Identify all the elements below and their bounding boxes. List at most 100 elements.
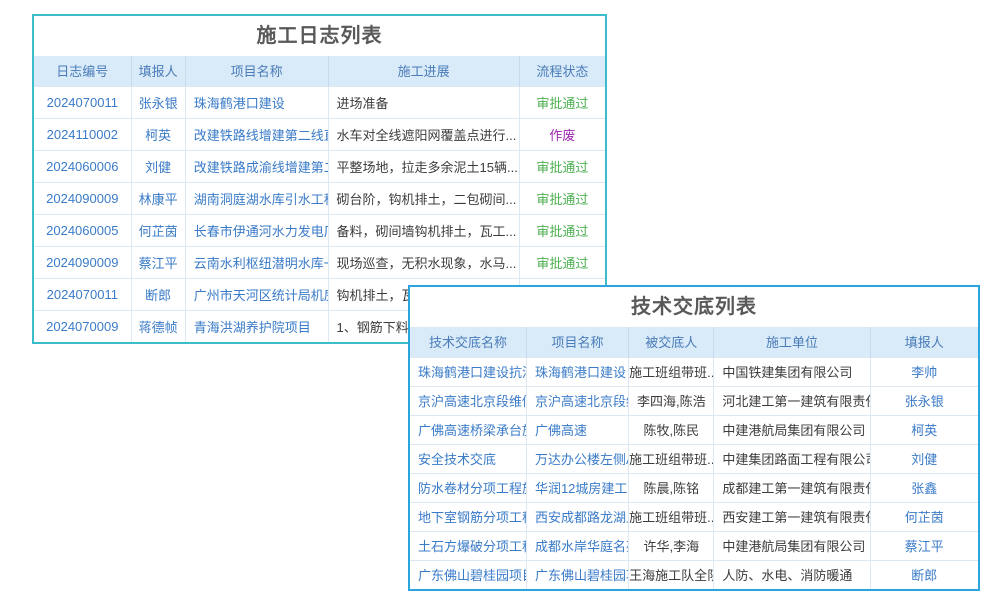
disclosure-reporter-link[interactable]: 刘健	[870, 444, 978, 473]
log-project-link[interactable]: 广州市天河区统计局机房...	[185, 278, 328, 310]
log-progress-text: 砌台阶，钩机排土，二包砌间...	[328, 182, 519, 214]
log-col-header-id: 日志编号	[34, 56, 131, 86]
log-table-row: 2024060006 刘健 改建铁路成渝线增建第二... 平整场地，拉走多余泥土…	[34, 150, 605, 182]
log-table-row: 2024090009 林康平 湖南洞庭湖水库引水工程... 砌台阶，钩机排土，二…	[34, 182, 605, 214]
log-table-title: 施工日志列表	[34, 16, 605, 56]
disclosure-name-link[interactable]: 安全技术交底	[410, 444, 526, 473]
log-project-link[interactable]: 云南水利枢纽潜明水库一...	[185, 246, 328, 278]
disclosure-project-link[interactable]: 西安成都路龙湖上...	[526, 502, 628, 531]
log-col-header-status: 流程状态	[519, 56, 605, 86]
disclosure-company-text: 河北建工第一建筑有限责任公司	[714, 386, 870, 415]
disclosure-company-text: 中建集团路面工程有限公司	[714, 444, 870, 473]
disclosure-project-link[interactable]: 京沪高速北京段维修	[526, 386, 628, 415]
disclosure-table-body: 珠海鹤港口建设抗浮... 珠海鹤港口建设 施工班组带班... 中国铁建集团有限公…	[410, 357, 978, 589]
log-status-badge: 作废	[519, 118, 605, 150]
disclosure-reporter-link[interactable]: 张鑫	[870, 473, 978, 502]
log-reporter-link[interactable]: 张永银	[131, 86, 185, 118]
disclosure-name-link[interactable]: 土石方爆破分项工程...	[410, 531, 526, 560]
disclosure-project-link[interactable]: 广东佛山碧桂园项目	[526, 560, 628, 589]
log-project-link[interactable]: 长春市伊通河水力发电厂...	[185, 214, 328, 246]
disclosure-table-row: 安全技术交底 万达办公楼左侧A... 施工班组带班... 中建集团路面工程有限公…	[410, 444, 978, 473]
log-id-link[interactable]: 2024090009	[34, 246, 131, 278]
disclosure-table-title: 技术交底列表	[410, 287, 978, 327]
disclosure-col-header-project: 项目名称	[526, 327, 628, 357]
disclosure-reporter-link[interactable]: 何芷茵	[870, 502, 978, 531]
disclosure-table-row: 广东佛山碧桂园项目... 广东佛山碧桂园项目 王海施工队全队 人防、水电、消防暖…	[410, 560, 978, 589]
log-id-link[interactable]: 2024070009	[34, 310, 131, 342]
disclosure-table-row: 珠海鹤港口建设抗浮... 珠海鹤港口建设 施工班组带班... 中国铁建集团有限公…	[410, 357, 978, 386]
log-reporter-link[interactable]: 蔡江平	[131, 246, 185, 278]
disclosure-col-header-name: 技术交底名称	[410, 327, 526, 357]
disclosure-header-row: 技术交底名称 项目名称 被交底人 施工单位 填报人	[410, 327, 978, 357]
disclosure-company-text: 中建港航局集团有限公司	[714, 415, 870, 444]
disclosure-name-link[interactable]: 珠海鹤港口建设抗浮...	[410, 357, 526, 386]
disclosure-company-text: 中国铁建集团有限公司	[714, 357, 870, 386]
log-status-badge: 审批通过	[519, 86, 605, 118]
log-id-link[interactable]: 2024090009	[34, 182, 131, 214]
disclosure-reporter-link[interactable]: 柯英	[870, 415, 978, 444]
log-id-link[interactable]: 2024060006	[34, 150, 131, 182]
disclosure-col-header-company: 施工单位	[714, 327, 870, 357]
disclosure-company-text: 中建港航局集团有限公司	[714, 531, 870, 560]
disclosure-project-link[interactable]: 华润12城房建工...	[526, 473, 628, 502]
log-progress-text: 进场准备	[328, 86, 519, 118]
disclosure-recipient-text: 许华,李海	[629, 531, 714, 560]
disclosure-recipient-text: 陈晨,陈铭	[629, 473, 714, 502]
log-project-link[interactable]: 珠海鹤港口建设	[185, 86, 328, 118]
technical-disclosure-table: 技术交底名称 项目名称 被交底人 施工单位 填报人 珠海鹤港口建设抗浮... 珠…	[410, 327, 978, 589]
disclosure-reporter-link[interactable]: 李帅	[870, 357, 978, 386]
log-status-badge: 审批通过	[519, 150, 605, 182]
log-table-header: 日志编号 填报人 项目名称 施工进展 流程状态	[34, 56, 605, 86]
log-progress-text: 水车对全线遮阳网覆盖点进行...	[328, 118, 519, 150]
disclosure-table-row: 广佛高速桥梁承台施... 广佛高速 陈牧,陈民 中建港航局集团有限公司 柯英	[410, 415, 978, 444]
log-project-link[interactable]: 湖南洞庭湖水库引水工程...	[185, 182, 328, 214]
log-reporter-link[interactable]: 断郎	[131, 278, 185, 310]
log-status-badge: 审批通过	[519, 214, 605, 246]
log-table-row: 2024090009 蔡江平 云南水利枢纽潜明水库一... 现场巡查，无积水现象…	[34, 246, 605, 278]
disclosure-name-link[interactable]: 广东佛山碧桂园项目...	[410, 560, 526, 589]
log-reporter-link[interactable]: 柯英	[131, 118, 185, 150]
disclosure-project-link[interactable]: 成都水岸华庭名苑...	[526, 531, 628, 560]
disclosure-name-link[interactable]: 防水卷材分项工程施...	[410, 473, 526, 502]
disclosure-recipient-text: 王海施工队全队	[629, 560, 714, 589]
disclosure-reporter-link[interactable]: 张永银	[870, 386, 978, 415]
log-table-row: 2024070011 张永银 珠海鹤港口建设 进场准备 审批通过	[34, 86, 605, 118]
log-project-link[interactable]: 改建铁路线增建第二线直...	[185, 118, 328, 150]
log-id-link[interactable]: 2024110002	[34, 118, 131, 150]
disclosure-recipient-text: 李四海,陈浩	[629, 386, 714, 415]
log-reporter-link[interactable]: 刘健	[131, 150, 185, 182]
log-progress-text: 平整场地，拉走多余泥土15辆...	[328, 150, 519, 182]
log-table-row: 2024060005 何芷茵 长春市伊通河水力发电厂... 备料，砌间墙钩机排土…	[34, 214, 605, 246]
disclosure-project-link[interactable]: 广佛高速	[526, 415, 628, 444]
log-project-link[interactable]: 青海洪湖养护院项目	[185, 310, 328, 342]
disclosure-col-header-reporter: 填报人	[870, 327, 978, 357]
disclosure-recipient-text: 施工班组带班...	[629, 444, 714, 473]
disclosure-table-header: 技术交底名称 项目名称 被交底人 施工单位 填报人	[410, 327, 978, 357]
disclosure-table-row: 地下室钢筋分项工程... 西安成都路龙湖上... 施工班组带班... 西安建工第…	[410, 502, 978, 531]
log-reporter-link[interactable]: 林康平	[131, 182, 185, 214]
disclosure-name-link[interactable]: 广佛高速桥梁承台施...	[410, 415, 526, 444]
disclosure-project-link[interactable]: 珠海鹤港口建设	[526, 357, 628, 386]
log-id-link[interactable]: 2024060005	[34, 214, 131, 246]
disclosure-company-text: 西安建工第一建筑有限责任公司	[714, 502, 870, 531]
disclosure-reporter-link[interactable]: 蔡江平	[870, 531, 978, 560]
disclosure-table-row: 土石方爆破分项工程... 成都水岸华庭名苑... 许华,李海 中建港航局集团有限…	[410, 531, 978, 560]
log-project-link[interactable]: 改建铁路成渝线增建第二...	[185, 150, 328, 182]
disclosure-name-link[interactable]: 地下室钢筋分项工程...	[410, 502, 526, 531]
disclosure-recipient-text: 施工班组带班...	[629, 357, 714, 386]
log-reporter-link[interactable]: 何芷茵	[131, 214, 185, 246]
log-id-link[interactable]: 2024070011	[34, 278, 131, 310]
log-reporter-link[interactable]: 蒋德帧	[131, 310, 185, 342]
log-progress-text: 现场巡查，无积水现象，水马...	[328, 246, 519, 278]
log-status-badge: 审批通过	[519, 182, 605, 214]
disclosure-name-link[interactable]: 京沪高速北京段维修...	[410, 386, 526, 415]
disclosure-table-row: 京沪高速北京段维修... 京沪高速北京段维修 李四海,陈浩 河北建工第一建筑有限…	[410, 386, 978, 415]
log-progress-text: 备料，砌间墙钩机排土，瓦工...	[328, 214, 519, 246]
disclosure-recipient-text: 陈牧,陈民	[629, 415, 714, 444]
log-id-link[interactable]: 2024070011	[34, 86, 131, 118]
log-col-header-progress: 施工进展	[328, 56, 519, 86]
disclosure-project-link[interactable]: 万达办公楼左侧A...	[526, 444, 628, 473]
log-header-row: 日志编号 填报人 项目名称 施工进展 流程状态	[34, 56, 605, 86]
log-col-header-project: 项目名称	[185, 56, 328, 86]
disclosure-reporter-link[interactable]: 断郎	[870, 560, 978, 589]
